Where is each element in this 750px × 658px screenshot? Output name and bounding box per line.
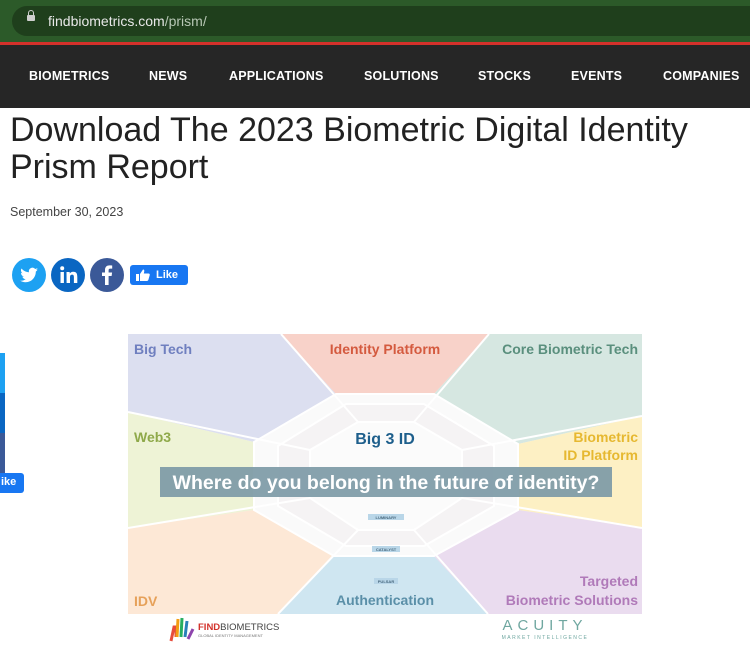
prism-report-image[interactable]: Big Tech Identity Platform Core Biometri… — [128, 334, 642, 614]
luminary-label: LUMINARY — [376, 515, 397, 520]
findbiometrics-logo: FINDBIOMETRICS GLOBAL IDENTITY MANAGEMEN… — [169, 617, 279, 642]
side-like-label: ike — [1, 476, 17, 488]
thumbs-up-icon — [136, 269, 150, 281]
nav-item-companies[interactable]: COMPANIES — [663, 69, 740, 83]
authentication-label: Authentication — [336, 592, 434, 608]
page-title: Download The 2023 Biometric Digital Iden… — [10, 111, 688, 186]
facebook-icon — [90, 258, 124, 292]
url-domain: findbiometrics.com — [48, 13, 165, 29]
nav-item-events[interactable]: EVENTS — [571, 69, 622, 83]
acuity-logo: ACUITY MARKET INTELLIGENCE — [502, 617, 589, 641]
publish-date: September 30, 2023 — [10, 205, 124, 219]
core-biometric-tech-label: Core Biometric Tech — [502, 341, 638, 357]
side-linkedin-share[interactable] — [0, 393, 5, 433]
svg-text:GLOBAL IDENTITY MANAGEMENT: GLOBAL IDENTITY MANAGEMENT — [198, 633, 263, 638]
url-text: findbiometrics.com/prism/ — [48, 13, 207, 29]
nav-item-applications[interactable]: APPLICATIONS — [229, 69, 324, 83]
web3-label: Web3 — [134, 429, 171, 445]
facebook-like-label: Like — [156, 269, 179, 281]
side-facebook-share[interactable] — [0, 433, 5, 473]
svg-text:ACUITY: ACUITY — [502, 617, 587, 634]
hand-logo-icon — [169, 617, 195, 642]
browser-address-bar: findbiometrics.com/prism/ — [0, 0, 750, 42]
lock-icon — [27, 10, 35, 21]
targeted-label-line1: Targeted — [580, 573, 638, 589]
main-nav: BIOMETRICS NEWS APPLICATIONS SOLUTIONS S… — [0, 45, 750, 108]
targeted-label-line2: Biometric Solutions — [506, 592, 638, 608]
big-tech-label: Big Tech — [134, 341, 192, 357]
pulsar-label: PULSAR — [378, 579, 395, 584]
side-twitter-share[interactable] — [0, 353, 5, 393]
biometric-label-line1: Biometric — [573, 429, 638, 445]
twitter-share-button[interactable] — [12, 258, 46, 292]
twitter-icon — [12, 258, 46, 292]
nav-item-news[interactable]: NEWS — [149, 69, 187, 83]
facebook-like-button[interactable]: Like — [130, 265, 188, 285]
nav-item-solutions[interactable]: SOLUTIONS — [364, 69, 439, 83]
url-path: /prism/ — [164, 13, 207, 29]
nav-item-biometrics[interactable]: BIOMETRICS — [29, 69, 109, 83]
url-field[interactable]: findbiometrics.com/prism/ — [12, 6, 750, 36]
nav-item-stocks[interactable]: STOCKS — [478, 69, 531, 83]
linkedin-icon — [51, 258, 85, 292]
idv-label: IDV — [134, 593, 158, 609]
biometric-label-line2: ID Platform — [563, 447, 638, 463]
facebook-share-button[interactable] — [90, 258, 124, 292]
svg-text:FINDBIOMETRICS: FINDBIOMETRICS — [198, 622, 279, 633]
side-facebook-like-button[interactable]: ike — [0, 473, 24, 493]
linkedin-share-button[interactable] — [51, 258, 85, 292]
identity-platform-label: Identity Platform — [330, 341, 440, 357]
banner-text: Where do you belong in the future of ide… — [173, 472, 600, 494]
svg-text:MARKET INTELLIGENCE: MARKET INTELLIGENCE — [502, 635, 589, 641]
big-3-id-label: Big 3 ID — [355, 431, 415, 448]
catalyst-label: CATALYST — [376, 547, 397, 552]
